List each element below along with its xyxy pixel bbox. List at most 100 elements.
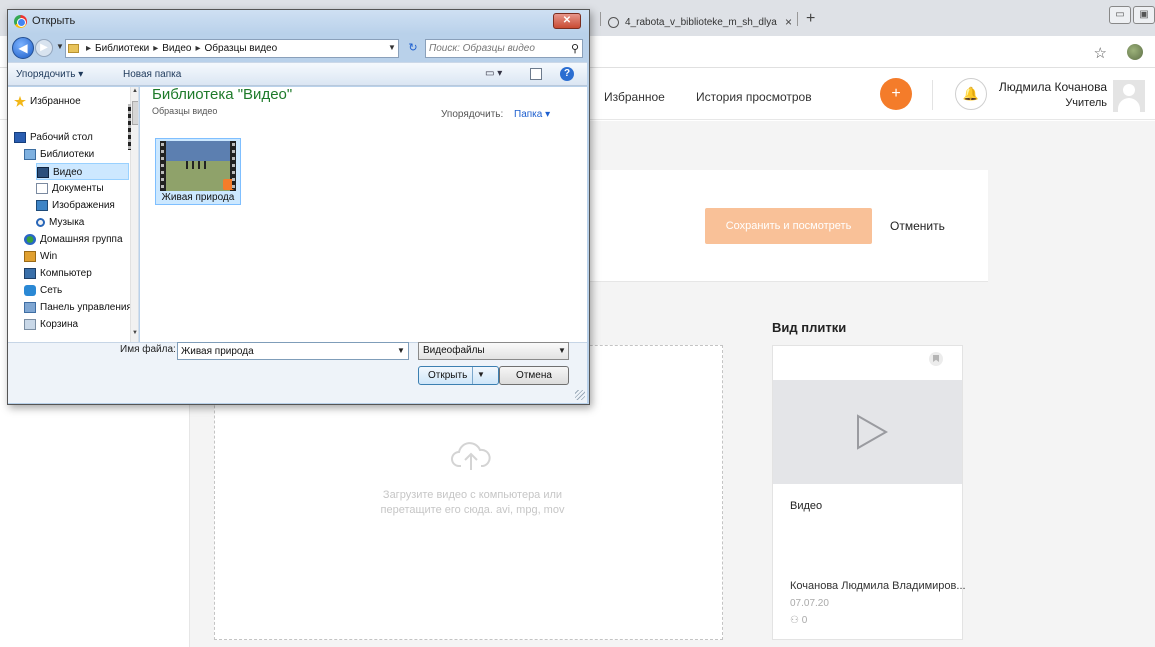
arrange-dropdown[interactable]: Папка ▾ — [514, 109, 550, 120]
help-icon[interactable]: ? — [560, 67, 574, 81]
scroll-up-icon[interactable]: ▲ — [132, 88, 138, 94]
new-folder-button[interactable]: Новая папка — [123, 69, 181, 80]
bookmark-star-icon[interactable]: ☆ — [1094, 44, 1107, 62]
cloud-upload-icon — [451, 442, 491, 470]
open-dropdown-icon[interactable]: ▼ — [477, 370, 485, 379]
organize-menu[interactable]: Упорядочить ▾ — [16, 69, 83, 80]
browser-tab[interactable]: 4_rabota_v_biblioteke_m_sh_dlya × — [608, 8, 792, 36]
new-tab-button[interactable]: + — [806, 10, 815, 28]
arrange-label: Упорядочить: — [441, 109, 504, 120]
search-input[interactable] — [426, 40, 564, 57]
tab-separator — [797, 12, 798, 26]
tab-title: 4_rabota_v_biblioteke_m_sh_dlya — [625, 16, 777, 28]
tab-close-icon[interactable]: × — [785, 15, 792, 29]
recycle-bin-icon — [24, 318, 36, 330]
homegroup-icon — [24, 233, 36, 245]
dialog-title: Открыть — [32, 15, 76, 27]
nav-item-music[interactable]: Музыка — [36, 214, 138, 231]
filename-dropdown-icon[interactable]: ▼ — [397, 346, 405, 355]
nav-item-homegroup[interactable]: Домашняя группа — [24, 231, 138, 248]
library-subtitle: Образцы видео — [152, 106, 218, 116]
chrome-icon — [14, 15, 27, 28]
filename-field[interactable] — [177, 342, 409, 360]
music-icon — [36, 217, 45, 227]
refresh-icon[interactable]: ↻ — [404, 40, 422, 57]
nav-item-video[interactable]: Видео — [36, 163, 129, 180]
images-icon — [36, 199, 48, 211]
dialog-address-row: ◀ ▶ ▼ ▸ Библиотеки ▸ Видео ▸ Образцы видео ▼ … — [8, 36, 589, 62]
play-badge-icon — [223, 179, 234, 190]
nav-item-favorites[interactable]: Избранное — [14, 93, 135, 110]
bell-icon[interactable]: 🔔 — [955, 78, 987, 110]
open-button[interactable]: Открыть — [418, 366, 499, 385]
user-name[interactable]: Людмила Кочанова — [999, 80, 1107, 94]
preview-pane-icon[interactable] — [530, 68, 542, 80]
network-icon — [24, 284, 36, 296]
search-field[interactable]: ⚲ — [425, 39, 583, 58]
user-role: Учитель — [1065, 97, 1107, 109]
dialog-cancel-button[interactable]: Отмена — [499, 366, 569, 385]
upload-hint: Загрузите видео с компьютера или перетащ… — [380, 489, 565, 516]
views-icon: ⚇ — [790, 615, 802, 626]
forward-arrow-icon[interactable]: ▶ — [35, 39, 53, 57]
nav-item-network[interactable]: Сеть — [24, 282, 138, 299]
control-panel-icon — [24, 301, 36, 313]
star-icon — [14, 95, 26, 107]
minimize-button[interactable]: ▭ — [1109, 6, 1131, 24]
dialog-toolbar: Упорядочить ▾ Новая папка ▭ ▾ ? — [8, 62, 587, 86]
video-library-icon — [37, 166, 49, 178]
filetype-select[interactable]: Видеофайлы — [418, 342, 569, 360]
save-and-preview-button[interactable]: Сохранить и посмотреть — [705, 208, 872, 244]
nav-history[interactable]: История просмотров — [696, 90, 812, 104]
folder-icon — [68, 43, 79, 53]
libraries-icon — [24, 148, 36, 160]
right-strip — [988, 170, 1155, 647]
file-name-label: Живая природа — [161, 192, 235, 203]
breadcrumb-item[interactable]: Видео — [162, 43, 191, 54]
nav-scrollbar[interactable]: ▲ ▼ — [128, 87, 138, 342]
header-divider — [932, 80, 933, 110]
resize-grip[interactable] — [575, 390, 585, 400]
documents-icon — [36, 182, 48, 194]
history-dropdown-icon[interactable]: ▼ — [56, 42, 64, 51]
breadcrumb-item[interactable]: Образцы видео — [205, 43, 278, 54]
nav-item-desktop[interactable]: Рабочий стол — [14, 129, 135, 146]
search-icon[interactable]: ⚲ — [571, 42, 579, 55]
scroll-thumb[interactable] — [128, 101, 138, 150]
breadcrumb[interactable]: ▸ Библиотеки ▸ Видео ▸ Образцы видео — [65, 39, 399, 58]
dialog-titlebar[interactable]: Открыть ✕ — [8, 10, 589, 34]
desktop-icon — [14, 131, 26, 143]
back-arrow-icon[interactable]: ◀ — [12, 37, 34, 59]
nav-item-libraries[interactable]: Библиотеки — [24, 146, 138, 163]
avatar[interactable] — [1113, 80, 1145, 112]
address-dropdown-icon[interactable]: ▼ — [388, 43, 396, 52]
tile-title: Видео — [790, 500, 823, 512]
tile-views: ⚇ 0 — [790, 615, 807, 626]
views-count: 0 — [801, 615, 808, 626]
filetype-dropdown-icon[interactable]: ▼ — [558, 346, 566, 355]
scroll-down-icon[interactable]: ▼ — [132, 330, 138, 336]
globe-icon — [608, 16, 619, 28]
dialog-file-area — [140, 87, 587, 342]
tile-view-heading: Вид плитки — [772, 320, 847, 335]
nav-item-computer[interactable]: Компьютер — [24, 265, 138, 282]
nav-favorites[interactable]: Избранное — [604, 90, 665, 104]
view-options-icon[interactable]: ▭ ▾ — [485, 68, 502, 79]
play-icon — [857, 414, 889, 450]
filename-input[interactable] — [178, 343, 388, 360]
open-button-split — [472, 367, 473, 384]
nav-item-recycle-bin[interactable]: Корзина — [24, 316, 138, 333]
cancel-link[interactable]: Отменить — [890, 219, 945, 233]
nav-item-control-panel[interactable]: Панель управления — [24, 299, 138, 316]
computer-icon — [24, 267, 36, 279]
nav-item-documents[interactable]: Документы — [36, 180, 138, 197]
profile-icon[interactable] — [1127, 44, 1143, 60]
breadcrumb-item[interactable]: Библиотеки — [95, 43, 149, 54]
nav-item-images[interactable]: Изображения — [36, 197, 138, 214]
bookmark-icon[interactable] — [929, 352, 943, 366]
filename-label: Имя файла: — [120, 344, 176, 355]
nav-item-win[interactable]: Win — [24, 248, 138, 265]
restore-button[interactable]: ▣ — [1133, 6, 1155, 24]
dialog-close-button[interactable]: ✕ — [553, 13, 581, 29]
add-button[interactable]: + — [880, 78, 912, 110]
